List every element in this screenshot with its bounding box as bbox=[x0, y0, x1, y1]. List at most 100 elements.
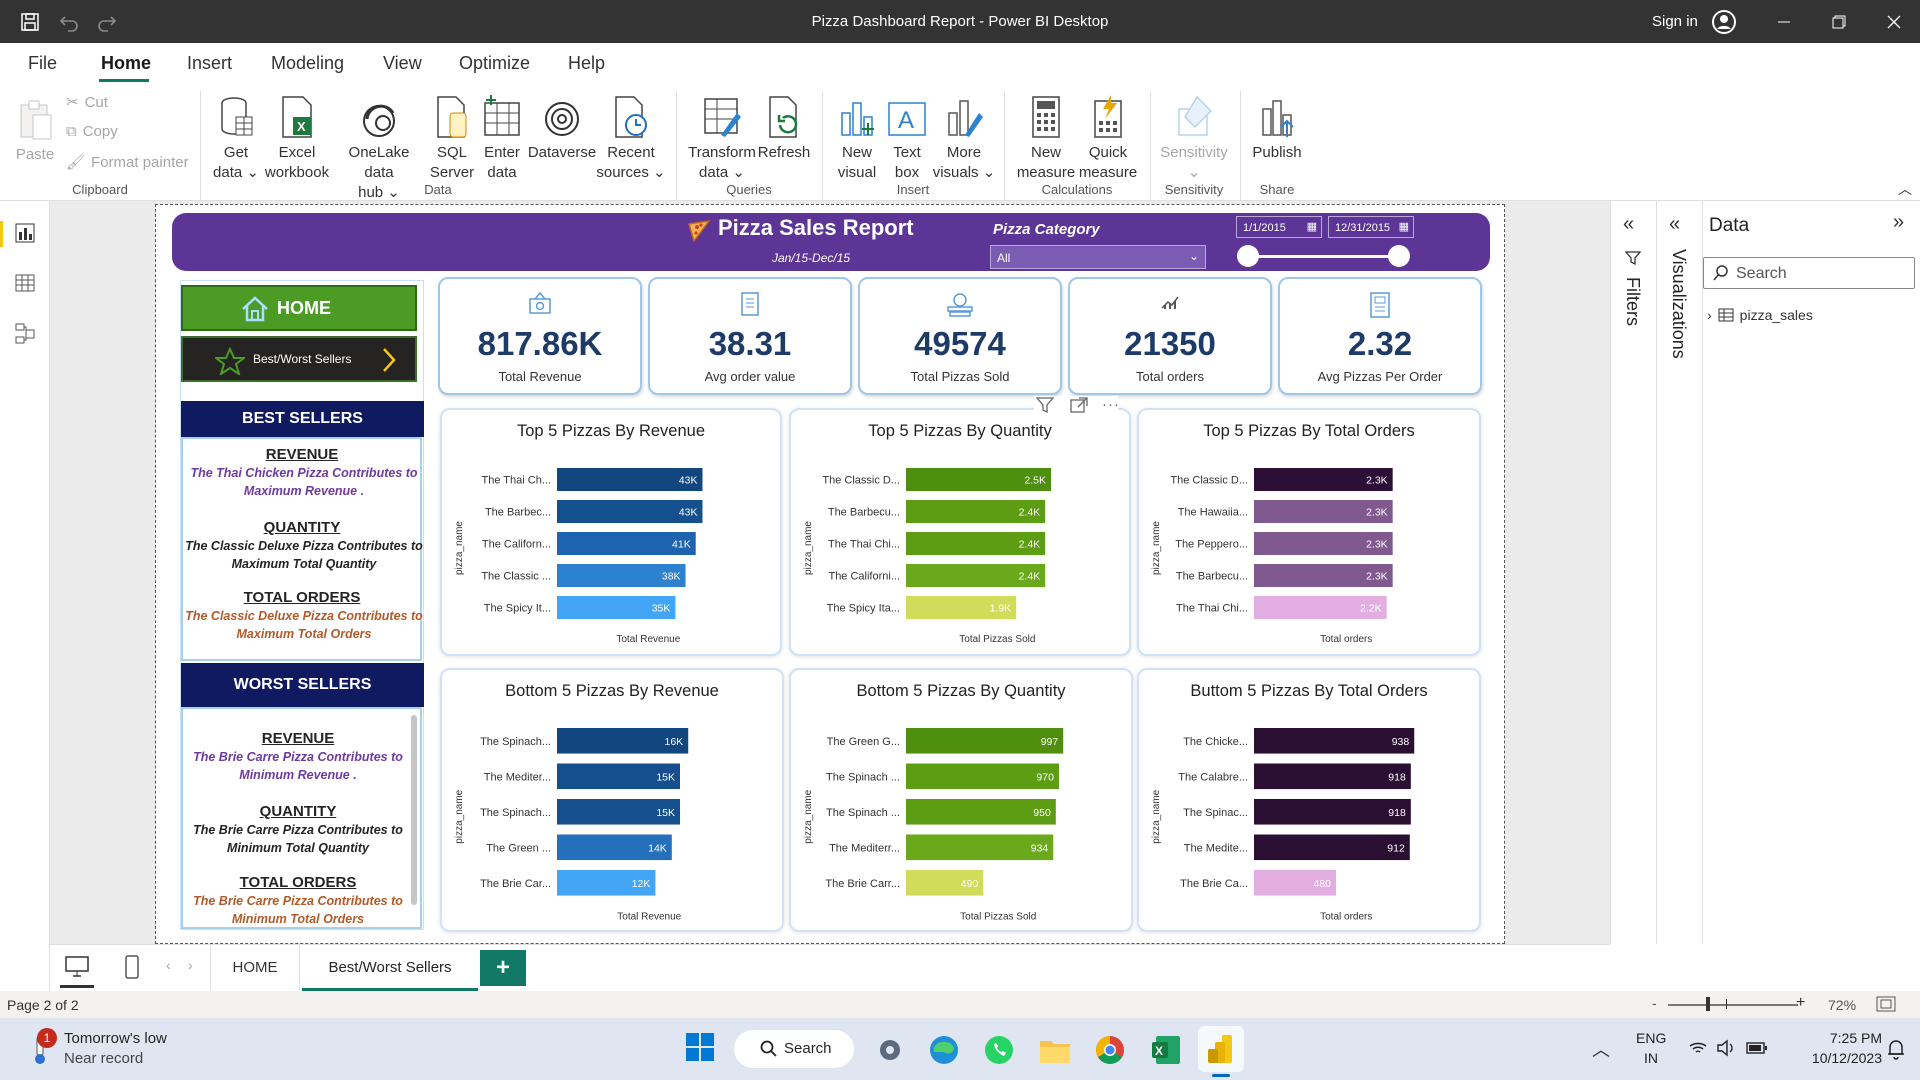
kpi-avg-order-value[interactable]: 38.31 Avg order value bbox=[648, 277, 852, 395]
new-visual-button[interactable]: New visual bbox=[830, 93, 884, 183]
chart-bottom5-orders[interactable]: Buttom 5 Pizzas By Total Orders The Chick… bbox=[1137, 668, 1481, 932]
restore-icon[interactable] bbox=[1825, 8, 1853, 36]
paste-button[interactable]: Paste bbox=[12, 95, 58, 165]
mobile-layout-icon[interactable] bbox=[124, 955, 140, 979]
clock-time[interactable]: 7:25 PM bbox=[1812, 1030, 1882, 1046]
copy-button[interactable]: ⧉ Copy bbox=[66, 123, 118, 140]
windows-start-icon[interactable] bbox=[685, 1032, 715, 1062]
table-pizza-sales[interactable]: › pizza_sales bbox=[1707, 307, 1813, 323]
collapse-visualizations-icon[interactable]: « bbox=[1669, 213, 1680, 236]
scroll-right-icon[interactable]: › bbox=[188, 957, 193, 973]
best-worst-sellers-button[interactable]: Best/Worst Sellers bbox=[181, 336, 417, 382]
kpi-total-revenue[interactable]: 817.86K Total Revenue bbox=[438, 277, 642, 395]
publish-button[interactable]: Publish bbox=[1246, 93, 1308, 163]
excel-app-icon[interactable]: X bbox=[1150, 1034, 1182, 1066]
settings-gear-icon[interactable] bbox=[874, 1034, 906, 1066]
visualizations-pane[interactable]: « Visualizations bbox=[1656, 201, 1702, 944]
kpi-total-pizzas-sold[interactable]: 49574 Total Pizzas Sold bbox=[858, 277, 1062, 395]
wifi-icon[interactable] bbox=[1688, 1040, 1708, 1056]
scroll-left-icon[interactable]: ‹ bbox=[166, 957, 171, 973]
sql-server-button[interactable]: SQL Server bbox=[424, 93, 480, 183]
menu-file[interactable]: File bbox=[28, 53, 57, 74]
table-view-icon[interactable] bbox=[15, 273, 35, 293]
chart-bottom5-quantity[interactable]: Bottom 5 Pizzas By Quantity The Green G..… bbox=[789, 668, 1133, 932]
zoom-slider-track[interactable] bbox=[1668, 1004, 1798, 1006]
format-painter-button[interactable]: 🖌 Format painter bbox=[66, 153, 189, 172]
transform-data-button[interactable]: Transform data ⌄ bbox=[686, 93, 758, 183]
more-options-icon[interactable]: ··· bbox=[1102, 396, 1120, 413]
battery-icon[interactable] bbox=[1746, 1042, 1768, 1054]
menu-insert[interactable]: Insert bbox=[187, 53, 232, 74]
enter-data-button[interactable]: Enter data bbox=[476, 93, 528, 183]
start-date-input[interactable]: 1/1/2015 ▦ bbox=[1236, 216, 1322, 238]
kpi-total-orders[interactable]: 21350 Total orders bbox=[1068, 277, 1272, 395]
filters-pane[interactable]: « Filters bbox=[1610, 201, 1656, 944]
tab-home[interactable]: HOME bbox=[210, 945, 300, 991]
data-label: 950 bbox=[1033, 807, 1051, 819]
taskbar-search[interactable]: Search bbox=[734, 1030, 854, 1068]
zoom-in-icon[interactable]: + bbox=[1796, 994, 1805, 1012]
desktop-layout-icon[interactable] bbox=[64, 955, 90, 979]
refresh-button[interactable]: Refresh bbox=[756, 93, 812, 163]
tab-best-worst-sellers[interactable]: Best/Worst Sellers bbox=[302, 945, 478, 991]
weather-title[interactable]: Tomorrow's low bbox=[64, 1030, 167, 1047]
minimize-icon[interactable] bbox=[1770, 8, 1798, 36]
chart-top5-revenue[interactable]: Top 5 Pizzas By Revenue The Thai Ch... 43K… bbox=[440, 408, 782, 656]
home-button[interactable]: HOME bbox=[181, 285, 417, 331]
zoom-out-icon[interactable]: - bbox=[1652, 995, 1657, 1011]
menu-home[interactable]: Home bbox=[101, 53, 151, 74]
whatsapp-icon[interactable] bbox=[983, 1034, 1015, 1066]
menu-view[interactable]: View bbox=[383, 53, 422, 74]
account-icon[interactable] bbox=[1710, 8, 1738, 36]
sensitivity-button[interactable]: Sensitivity ⌄ bbox=[1156, 93, 1232, 183]
date-slider-end-handle[interactable] bbox=[1388, 245, 1410, 267]
date-slider-start-handle[interactable] bbox=[1237, 245, 1259, 267]
close-icon[interactable] bbox=[1880, 8, 1908, 36]
cut-button[interactable]: ✂ Cut bbox=[66, 93, 108, 112]
zoom-slider-handle[interactable] bbox=[1706, 997, 1710, 1011]
fit-to-page-icon[interactable] bbox=[1876, 996, 1896, 1012]
quick-measure-button[interactable]: Quick measure bbox=[1076, 93, 1140, 183]
pizza-category-dropdown[interactable]: All ⌄ bbox=[990, 245, 1206, 269]
model-view-icon[interactable] bbox=[15, 323, 35, 345]
power-bi-taskbar-button[interactable] bbox=[1198, 1026, 1244, 1072]
chart-top5-orders[interactable]: Top 5 Pizzas By Total Orders The Classic … bbox=[1137, 408, 1481, 656]
collapse-filters-icon[interactable]: « bbox=[1623, 213, 1634, 236]
show-hidden-icons[interactable]: ︿ bbox=[1592, 1036, 1610, 1062]
excel-workbook-button[interactable]: X Excel workbook bbox=[262, 93, 332, 183]
chrome-icon[interactable] bbox=[1094, 1034, 1126, 1066]
focus-mode-icon[interactable] bbox=[1070, 397, 1088, 413]
menu-modeling[interactable]: Modeling bbox=[271, 53, 344, 74]
filter-icon[interactable] bbox=[1036, 397, 1054, 413]
page-indicator: Page 2 of 2 bbox=[7, 997, 79, 1013]
bar bbox=[906, 728, 1064, 754]
collapse-ribbon-icon[interactable]: ︿ bbox=[1898, 179, 1912, 199]
edge-browser-icon[interactable] bbox=[928, 1034, 960, 1066]
report-icon bbox=[1280, 291, 1480, 319]
get-data-button[interactable]: Get data ⌄ bbox=[208, 93, 264, 183]
more-visuals-icon bbox=[932, 93, 996, 139]
menu-optimize[interactable]: Optimize bbox=[459, 53, 530, 74]
add-page-button[interactable]: + bbox=[480, 950, 526, 986]
expand-data-icon[interactable]: » bbox=[1893, 211, 1904, 234]
chart-bottom5-revenue[interactable]: Bottom 5 Pizzas By Revenue The Spinach...… bbox=[440, 668, 784, 932]
data-label: 997 bbox=[1041, 736, 1059, 748]
dataverse-button[interactable]: Dataverse bbox=[526, 93, 598, 163]
language-indicator-1[interactable]: ENG bbox=[1636, 1030, 1666, 1046]
menu-help[interactable]: Help bbox=[568, 53, 605, 74]
chart-top5-quantity[interactable]: Top 5 Pizzas By Quantity The Classic D...… bbox=[789, 408, 1131, 656]
notification-bell-icon[interactable] bbox=[1886, 1038, 1906, 1060]
kpi-avg-pizzas-per-order[interactable]: 2.32 Avg Pizzas Per Order bbox=[1278, 277, 1482, 395]
new-measure-button[interactable]: New measure bbox=[1012, 93, 1080, 183]
speaker-icon[interactable] bbox=[1716, 1039, 1736, 1057]
data-search-input[interactable]: Search bbox=[1703, 257, 1915, 289]
end-date-input[interactable]: 12/31/2015 ▦ bbox=[1328, 216, 1414, 238]
text-box-button[interactable]: A Text box bbox=[882, 93, 932, 183]
more-visuals-button[interactable]: More visuals ⌄ bbox=[932, 93, 996, 183]
copy-label: Copy bbox=[82, 123, 118, 140]
sign-in-link[interactable]: Sign in bbox=[1652, 13, 1698, 30]
power-bi-icon bbox=[1206, 1033, 1236, 1065]
recent-sources-button[interactable]: Recent sources ⌄ bbox=[596, 93, 666, 183]
file-explorer-icon[interactable] bbox=[1038, 1035, 1072, 1065]
report-view-icon[interactable] bbox=[15, 223, 35, 243]
